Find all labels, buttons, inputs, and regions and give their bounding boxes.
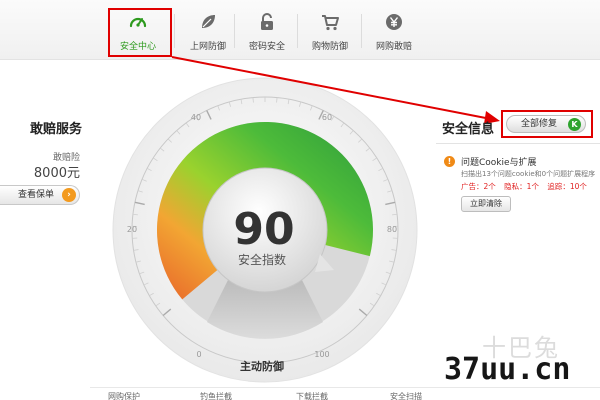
stat-privacy: 隐私：1个 — [504, 182, 539, 191]
security-score: 90 — [233, 204, 294, 255]
bottom-nav-security-scan[interactable]: 安全扫描 — [390, 391, 422, 400]
warning-icon: ! — [444, 156, 455, 167]
bottom-nav-shopping-protection[interactable]: 网购保护 — [108, 391, 140, 400]
stat-ads: 广告：2个 — [461, 182, 496, 191]
tick-label-0: 0 — [196, 350, 201, 359]
clean-now-button[interactable]: 立即清除 — [461, 196, 511, 212]
tick-label-40: 40 — [191, 113, 201, 122]
k-badge-icon: K — [568, 118, 581, 131]
security-info-divider — [436, 143, 600, 144]
tick-label-60: 60 — [322, 113, 332, 122]
fix-all-label: 全部修复 — [521, 119, 558, 129]
watermark-site: 37uu.cn — [444, 352, 571, 387]
tick-label-80: 80 — [387, 225, 397, 234]
tick-label-100: 100 — [314, 350, 329, 359]
fix-all-button[interactable]: 全部修复 K — [506, 115, 586, 133]
issue-stats: 广告：2个 隐私：1个 追踪：10个 — [461, 181, 600, 192]
stat-tracking: 追踪：10个 — [547, 182, 587, 191]
issue-title: 问题Cookie与扩展 — [461, 158, 537, 168]
issue-description: 扫描出13个问题cookie和0个问题扩展程序 — [461, 170, 596, 178]
bottom-nav-download-block[interactable]: 下载拦截 — [296, 391, 328, 400]
security-info-title: 安全信息 — [442, 122, 495, 137]
bottom-nav-divider — [90, 387, 600, 388]
tick-label-20: 20 — [127, 225, 137, 234]
security-score-label: 安全指数 — [238, 252, 286, 267]
active-defense-label: 主动防御 — [240, 359, 284, 373]
bottom-nav-phishing-block[interactable]: 钓鱼拦截 — [200, 391, 232, 400]
